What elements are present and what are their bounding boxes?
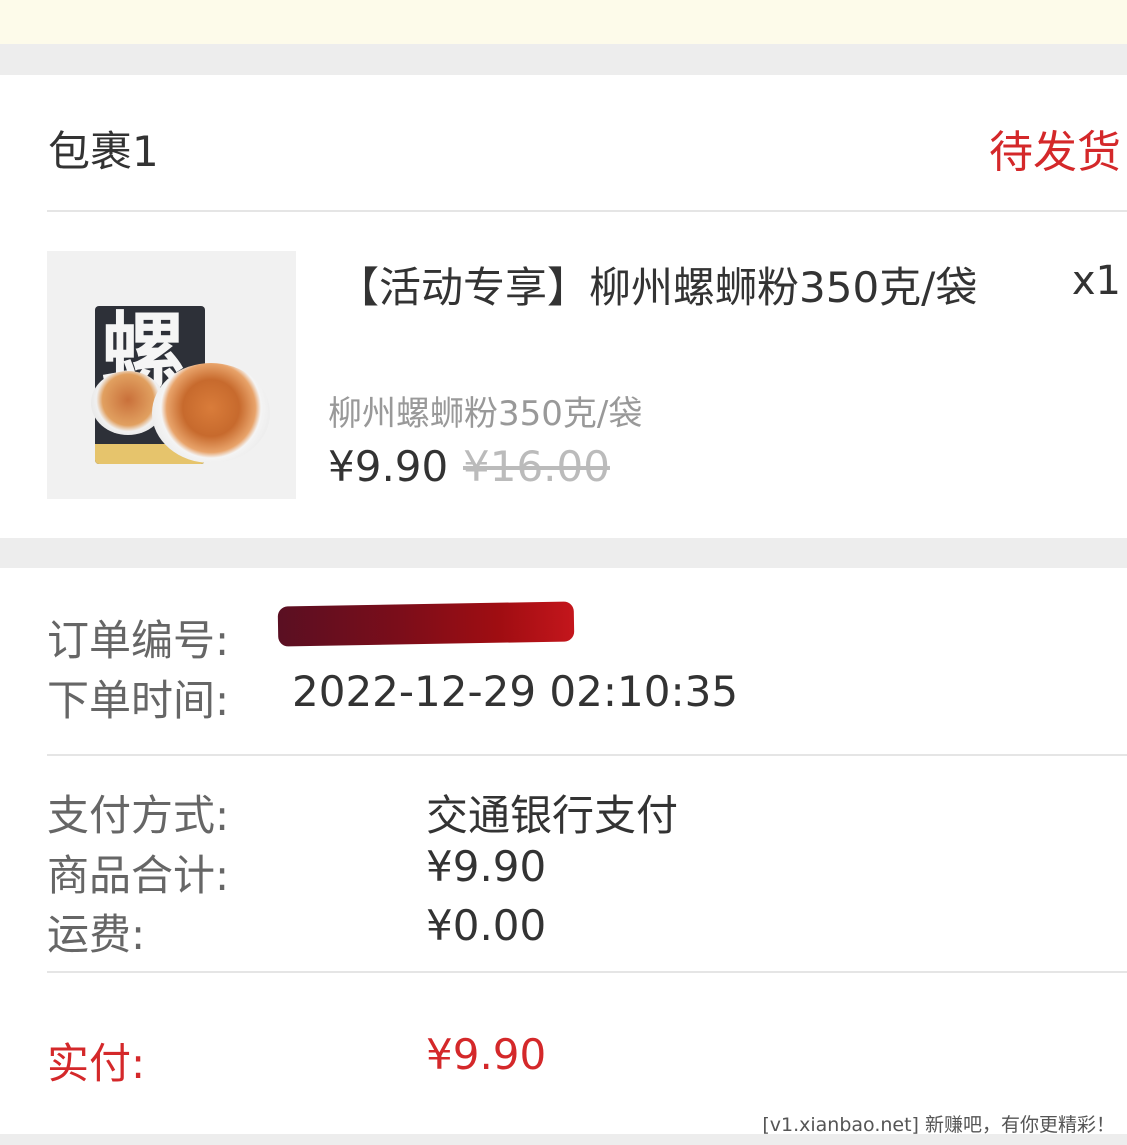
package-status: 待发货 — [989, 127, 1121, 178]
shipping-label: 运费: — [47, 910, 146, 959]
product-quantity: x1 — [1071, 258, 1121, 304]
product-spec: 柳州螺蛳粉350克/袋 — [328, 394, 643, 434]
subtotal: ¥9.90 — [426, 842, 547, 891]
subtotal-label: 商品合计: — [47, 851, 230, 900]
paid-label: 实付: — [47, 1039, 146, 1088]
redacted-order-number — [277, 601, 575, 647]
divider — [47, 971, 1127, 973]
payment-method: 交通银行支付 — [426, 791, 679, 840]
order-time-label: 下单时间: — [47, 676, 230, 725]
watermark: [v1.xianbao.net] 新赚吧，有你更精彩！ — [762, 1114, 1115, 1136]
product-original-price: ¥16.00 — [463, 442, 610, 491]
top-notice-bar — [0, 0, 1127, 44]
divider — [47, 210, 1127, 212]
package-title: 包裹1 — [48, 127, 159, 176]
product-title[interactable]: 【活动专享】柳州螺蛳粉350克/袋 — [337, 254, 977, 315]
payment-method-label: 支付方式: — [47, 791, 230, 840]
product-price: ¥9.90 — [328, 442, 449, 491]
bowl-icon — [152, 363, 270, 463]
product-image[interactable]: 螺 — [47, 251, 296, 499]
order-time: 2022-12-29 02:10:35 — [292, 667, 739, 716]
paid-amount: ¥9.90 — [426, 1030, 547, 1079]
order-number-label: 订单编号: — [47, 616, 230, 665]
divider — [47, 754, 1127, 756]
shipping-fee: ¥0.00 — [426, 901, 547, 950]
